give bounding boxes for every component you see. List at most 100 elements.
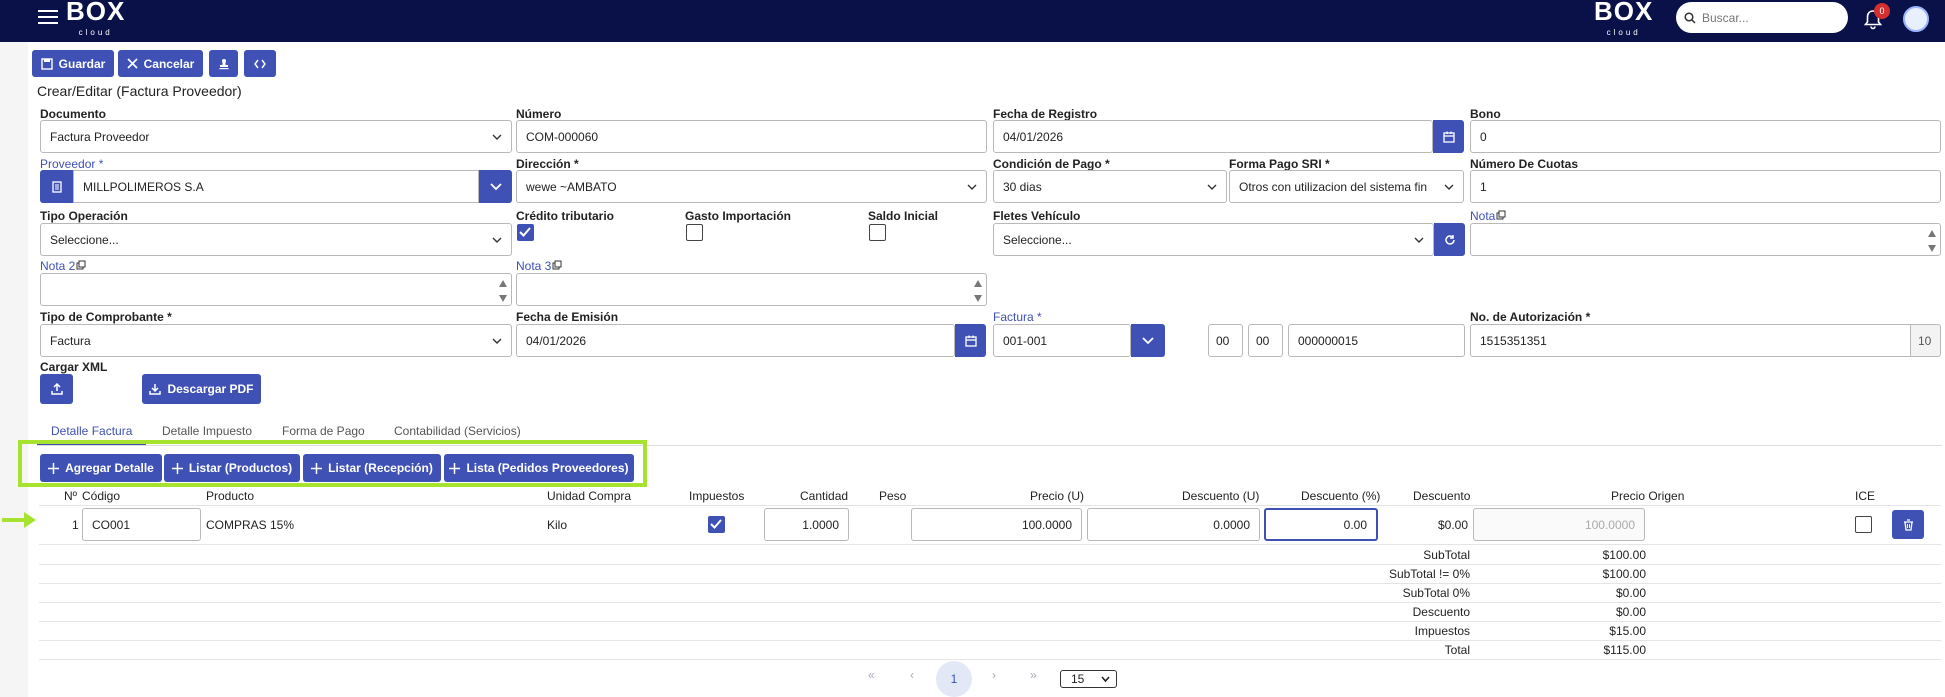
tab-detalle-factura[interactable]: Detalle Factura xyxy=(51,424,132,438)
tipo-operacion-select[interactable]: Seleccione... xyxy=(40,223,512,256)
nota-textarea[interactable] xyxy=(1470,223,1941,256)
gasto-importacion-checkbox[interactable] xyxy=(686,224,703,241)
secuencial-field[interactable]: 000000015 xyxy=(1288,324,1465,357)
cancel-button[interactable]: Cancelar xyxy=(118,50,203,77)
avatar[interactable] xyxy=(1903,6,1929,32)
chevron-down-icon xyxy=(492,134,502,140)
arrow-right-icon xyxy=(2,512,36,528)
print-button[interactable] xyxy=(209,50,238,77)
search-icon xyxy=(1684,11,1696,24)
copy-icon[interactable] xyxy=(552,260,562,270)
list-orders-button[interactable]: Lista (Pedidos Proveedores) xyxy=(444,454,634,482)
proveedor-dropdown-button[interactable] xyxy=(479,170,512,203)
totals-divider xyxy=(39,602,1941,603)
scroll-down-icon[interactable] xyxy=(973,291,983,305)
download-pdf-button[interactable]: Descargar PDF xyxy=(142,374,261,404)
code-button[interactable] xyxy=(244,50,276,77)
direccion-value: wewe ~AMBATO xyxy=(526,179,617,194)
scroll-up-icon[interactable] xyxy=(498,277,508,291)
scroll-up-icon[interactable] xyxy=(973,277,983,291)
search-box[interactable] xyxy=(1676,2,1848,33)
precio-input[interactable]: 100.0000 xyxy=(911,508,1082,541)
factura-dropdown-button[interactable] xyxy=(1131,324,1165,357)
condicion-pago-select[interactable]: 30 dias xyxy=(993,170,1227,203)
prev-page-button[interactable]: ‹ xyxy=(910,668,914,682)
punto-emision-field[interactable]: 00 xyxy=(1248,324,1283,357)
scroll-up-icon[interactable] xyxy=(1927,227,1937,241)
stamp-icon xyxy=(219,58,228,69)
credito-tributario-checkbox[interactable] xyxy=(517,224,534,241)
save-button[interactable]: Guardar xyxy=(32,50,114,77)
page-size-select[interactable]: 15 xyxy=(1060,670,1117,688)
col-impuestos: Impuestos xyxy=(689,489,745,503)
menu-icon[interactable] xyxy=(38,10,58,26)
forma-pago-sri-label: Forma Pago SRI * xyxy=(1229,157,1330,171)
col-num: Nº xyxy=(64,489,78,503)
proveedor-doc-button[interactable] xyxy=(40,170,73,203)
forma-pago-sri-value: Otros con utilizacion del sistema fin xyxy=(1239,179,1428,194)
upload-xml-button[interactable] xyxy=(40,374,73,404)
nota3-textarea[interactable] xyxy=(516,273,987,306)
bono-label: Bono xyxy=(1470,107,1501,121)
bono-field[interactable]: 0 xyxy=(1470,120,1941,153)
saldo-inicial-checkbox[interactable] xyxy=(869,224,886,241)
add-detail-button[interactable]: Agregar Detalle xyxy=(40,454,162,482)
subtotal-iva-value: $100.00 xyxy=(1602,567,1646,581)
next-page-button[interactable]: › xyxy=(992,668,996,682)
scroll-down-icon[interactable] xyxy=(498,291,508,305)
num-cuotas-value: 1 xyxy=(1480,179,1487,194)
fecha-emision-field[interactable]: 04/01/2026 xyxy=(516,324,955,357)
tipo-comprobante-value: Factura xyxy=(50,333,91,348)
cantidad-input[interactable]: 1.0000 xyxy=(764,508,849,541)
impuestos-checkbox[interactable] xyxy=(708,516,725,533)
chevron-down-icon xyxy=(967,184,977,190)
calendar-button[interactable] xyxy=(1433,120,1464,153)
num-cuotas-field[interactable]: 1 xyxy=(1470,170,1941,203)
codigo-value: CO001 xyxy=(92,517,131,532)
last-page-button[interactable]: » xyxy=(1030,668,1037,682)
documento-select[interactable]: Factura Proveedor xyxy=(40,120,512,153)
ice-checkbox[interactable] xyxy=(1855,516,1872,533)
desc-p-input[interactable]: 0.00 xyxy=(1264,508,1378,541)
fecha-registro-value: 04/01/2026 xyxy=(1003,129,1064,144)
factura-label: Factura * xyxy=(993,310,1042,324)
tab-contabilidad[interactable]: Contabilidad (Servicios) xyxy=(394,424,521,438)
precio-origen-value: 100.0000 xyxy=(1584,517,1635,532)
tab-detalle-impuesto[interactable]: Detalle Impuesto xyxy=(162,424,252,438)
list-products-button[interactable]: Listar (Productos) xyxy=(164,454,300,482)
numero-field[interactable]: COM-000060 xyxy=(516,120,987,153)
establecimiento-field[interactable]: 00 xyxy=(1208,324,1243,357)
proveedor-field[interactable]: MILLPOLIMEROS S.A xyxy=(73,170,479,203)
col-peso: Peso xyxy=(879,489,907,503)
list-reception-button[interactable]: Listar (Recepción) xyxy=(303,454,441,482)
fecha-registro-field[interactable]: 04/01/2026 xyxy=(993,120,1433,153)
factura-value: 001-001 xyxy=(1003,333,1048,348)
tipo-comprobante-select[interactable]: Factura xyxy=(40,324,512,357)
chevron-down-icon xyxy=(1414,237,1424,243)
first-page-button[interactable]: « xyxy=(868,668,875,682)
autorizacion-field[interactable]: 1515351351 xyxy=(1470,324,1911,357)
calendar-button[interactable] xyxy=(955,324,986,357)
codigo-input[interactable]: CO001 xyxy=(82,508,201,541)
search-input[interactable] xyxy=(1702,10,1832,25)
saldo-inicial-label: Saldo Inicial xyxy=(868,209,939,223)
current-page[interactable]: 1 xyxy=(936,661,972,697)
tab-forma-pago[interactable]: Forma de Pago xyxy=(282,424,365,438)
forma-pago-sri-select[interactable]: Otros con utilizacion del sistema fin xyxy=(1229,170,1464,203)
copy-icon[interactable] xyxy=(76,260,86,270)
direccion-select[interactable]: wewe ~AMBATO xyxy=(516,170,987,203)
refresh-button[interactable] xyxy=(1434,223,1465,256)
nota2-textarea[interactable] xyxy=(40,273,512,306)
total-label: Total xyxy=(1444,643,1470,657)
scroll-down-icon[interactable] xyxy=(1927,241,1937,255)
delete-row-button[interactable] xyxy=(1892,510,1924,539)
code-icon xyxy=(254,59,266,68)
total-value: $115.00 xyxy=(1603,643,1647,657)
copy-icon[interactable] xyxy=(1496,210,1506,220)
fletes-vehiculo-select[interactable]: Seleccione... xyxy=(993,223,1434,256)
desc-u-input[interactable]: 0.0000 xyxy=(1087,508,1260,541)
subtotal-0-value: $0.00 xyxy=(1615,586,1646,600)
desc-u-value: 0.0000 xyxy=(1213,517,1250,532)
notification-badge: 0 xyxy=(1874,3,1890,19)
factura-select[interactable]: 001-001 xyxy=(993,324,1131,357)
